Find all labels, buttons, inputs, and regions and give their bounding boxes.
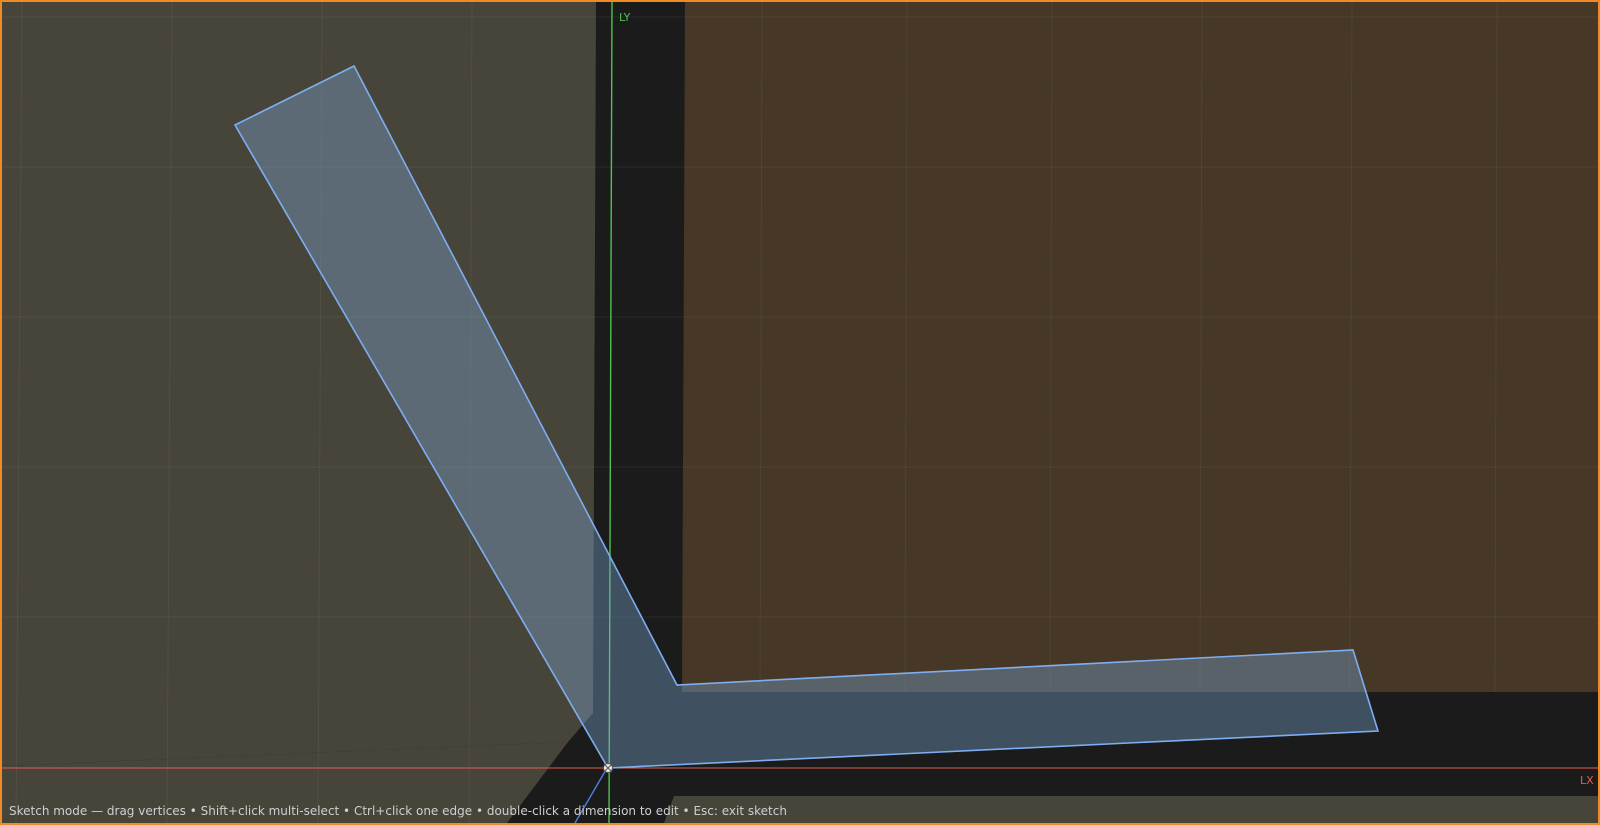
3d-viewport[interactable]: LY LX Sketch mode — drag vertices • Shif… xyxy=(0,0,1600,825)
y-axis-label: LY xyxy=(619,11,631,24)
viewport-canvas[interactable] xyxy=(2,2,1598,823)
vertex-handle-icon[interactable] xyxy=(603,763,613,773)
x-axis-label: LX xyxy=(1580,774,1594,787)
status-hint: Sketch mode — drag vertices • Shift+clic… xyxy=(9,804,787,818)
floor-face-right xyxy=(664,796,1598,823)
right-wall-face xyxy=(682,2,1598,692)
